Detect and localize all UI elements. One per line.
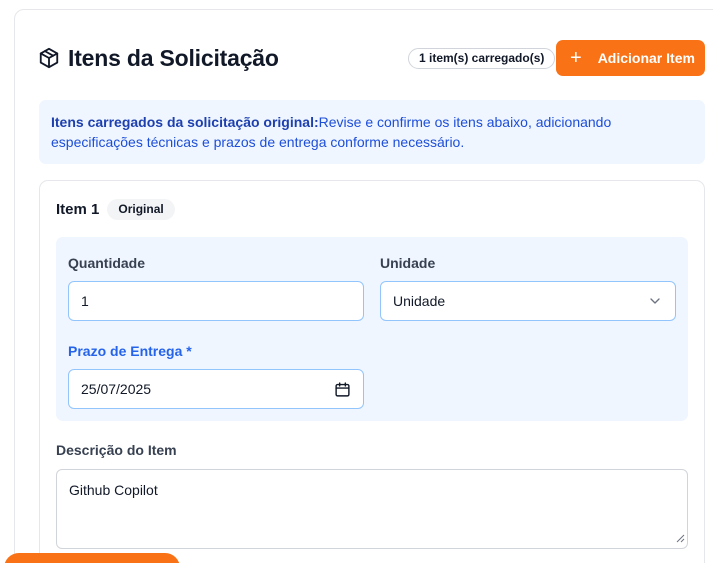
resize-handle-icon[interactable] bbox=[675, 530, 685, 546]
deadline-value: 25/07/2025 bbox=[81, 381, 152, 397]
quantity-input[interactable]: 1 bbox=[68, 281, 364, 321]
add-item-button[interactable]: + Adicionar Item bbox=[556, 40, 705, 76]
chevron-down-icon bbox=[647, 293, 663, 309]
deadline-date-input[interactable]: 25/07/2025 bbox=[68, 369, 364, 409]
description-value: Github Copilot bbox=[69, 482, 158, 498]
unit-value: Unidade bbox=[393, 293, 446, 309]
section-header: Itens da Solicitação bbox=[38, 40, 279, 76]
add-item-label: Adicionar Item bbox=[597, 50, 695, 66]
info-banner: Itens carregados da solicitação original… bbox=[39, 100, 705, 164]
item-title: Item 1 bbox=[56, 201, 100, 218]
description-textarea[interactable]: Github Copilot bbox=[56, 469, 688, 549]
unit-select[interactable]: Unidade bbox=[380, 281, 676, 321]
calendar-icon[interactable] bbox=[334, 381, 351, 398]
package-icon bbox=[38, 47, 60, 69]
items-count-badge: 1 item(s) carregado(s) bbox=[408, 48, 556, 69]
info-banner-title: Itens carregados da solicitação original… bbox=[51, 114, 319, 130]
deadline-label: Prazo de Entrega * bbox=[68, 343, 192, 359]
item-header: Item 1 Original bbox=[56, 199, 175, 220]
original-badge: Original bbox=[107, 199, 175, 220]
plus-icon: + bbox=[570, 47, 582, 69]
floating-action-button[interactable] bbox=[4, 553, 180, 563]
quantity-value: 1 bbox=[81, 293, 89, 309]
description-label: Descrição do Item bbox=[56, 442, 177, 458]
page-title: Itens da Solicitação bbox=[68, 44, 279, 71]
unit-label: Unidade bbox=[380, 255, 436, 271]
quantity-label: Quantidade bbox=[68, 255, 146, 271]
